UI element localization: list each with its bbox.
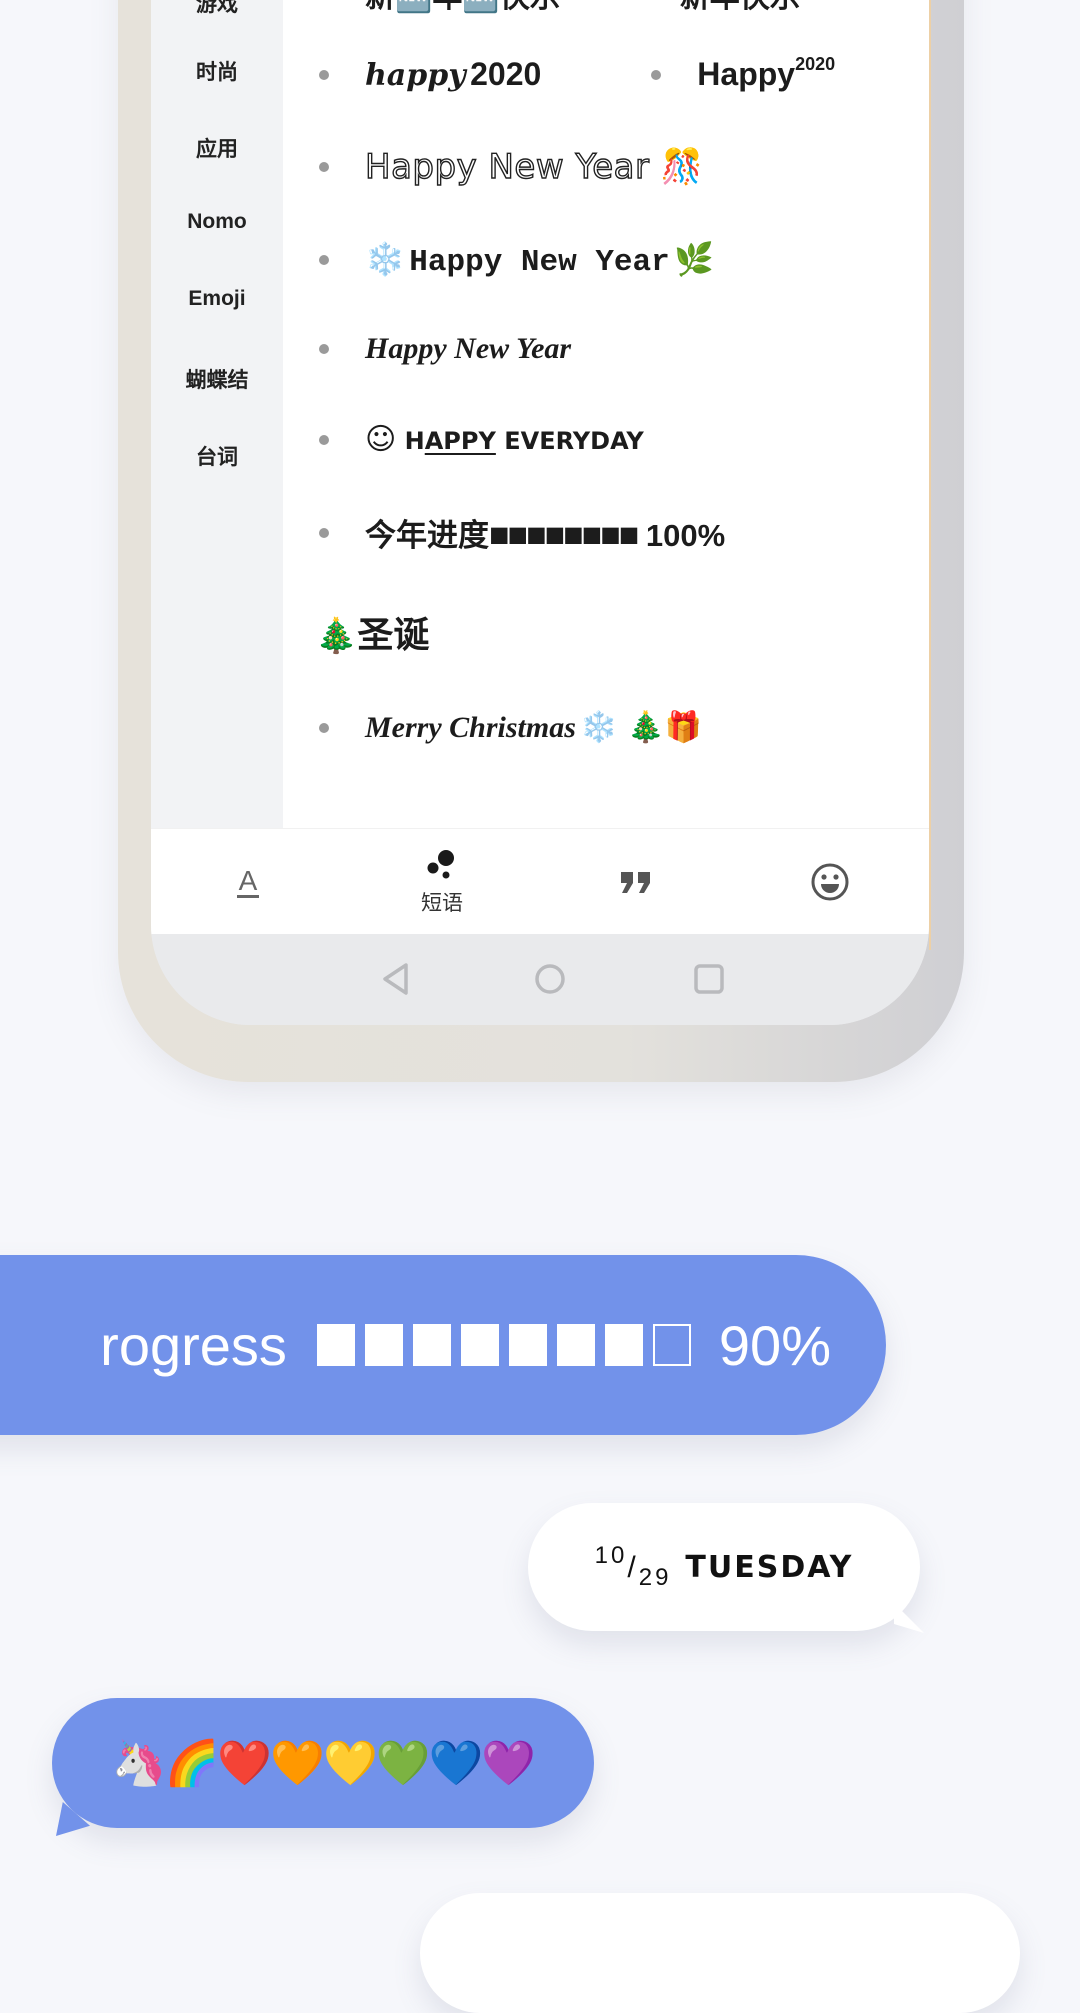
bullet-dot — [319, 434, 329, 445]
phone-mockup-frame: 游戏 时尚 应用 Nomo Emoji 蝴蝶结 台词 新🆕年🆕快乐 新年快乐 h… — [118, 0, 964, 1082]
section-title-christmas: 🎄圣诞 — [315, 614, 430, 656]
sidebar-item-lines[interactable]: 台词 — [151, 441, 283, 471]
phrase-row: ☺ HAPPY EVERYDAY — [283, 422, 644, 457]
emoji-row: 🦄🌈❤️🧡💛💚💙💜 — [111, 1738, 536, 1789]
quote-icon — [621, 872, 650, 893]
phrase-row: 今年进度■■■■■■■■ 100% — [283, 510, 725, 555]
phrase-item[interactable]: Merry Christmas ❄️ 🎄🎁 — [365, 710, 702, 745]
bullet-dot — [319, 722, 329, 733]
smiley-icon — [811, 863, 849, 901]
system-nav-bar — [151, 934, 929, 1025]
back-triangle-icon — [383, 963, 408, 995]
nav-home-button[interactable] — [525, 956, 575, 1002]
bullet-dot — [319, 527, 329, 538]
message-bubble-progress: rogress 90% — [0, 1255, 886, 1435]
phrase-list: 新🆕年🆕快乐 新年快乐 happy 2020 Happy2020 Happy N… — [283, 0, 929, 828]
christmas-tree-icon: 🎄 — [315, 616, 358, 656]
progress-block-filled — [556, 1324, 595, 1366]
sidebar-item-emoji[interactable]: Emoji — [151, 287, 283, 311]
message-bubble-clipped — [420, 1893, 1020, 2013]
phrase-row: Happy New Year 🎊 — [283, 146, 704, 188]
progress-blocks: ■■■■■■■■ — [489, 516, 639, 554]
message-bubble-date: 10/29 TUESDAY — [528, 1503, 924, 1633]
bullet-dot — [319, 69, 329, 80]
tab-phrases[interactable]: 短语 — [345, 829, 539, 935]
progress-block-filled — [364, 1324, 403, 1366]
phrase-row: happy 2020 Happy2020 — [283, 54, 835, 93]
phrase-row: Merry Christmas ❄️ 🎄🎁 — [283, 710, 702, 745]
bullet-dot — [319, 162, 329, 172]
date-weekday: TUESDAY — [685, 1549, 854, 1585]
phrase-item[interactable]: ☺ HAPPY EVERYDAY — [365, 422, 644, 457]
phrase-item[interactable]: Happy New Year — [365, 332, 571, 366]
bullet-dot — [319, 255, 329, 265]
phrase-row-clipped — [283, 810, 365, 828]
bullet-dot — [651, 69, 662, 80]
message-bubble-emoji: 🦄🌈❤️🧡💛💚💙💜 — [52, 1698, 594, 1836]
phrase-item[interactable]: 新🆕年🆕快乐 — [365, 0, 560, 16]
phone-screen: 游戏 时尚 应用 Nomo Emoji 蝴蝶结 台词 新🆕年🆕快乐 新年快乐 h… — [151, 0, 929, 1025]
phrase-item[interactable]: happy 2020 — [365, 56, 541, 93]
progress-percent: 90% — [718, 1313, 831, 1377]
bubble-tail — [56, 1802, 90, 1836]
herb-icon: 🌿 — [674, 240, 715, 278]
progress-block-filled — [412, 1324, 451, 1366]
tab-emoticons[interactable] — [733, 829, 927, 935]
nav-back-button[interactable] — [371, 956, 421, 1002]
bottom-tab-bar: A 短语 — [151, 828, 929, 935]
snowflake-icon: ❄️ — [365, 240, 405, 278]
phrase-item-year-progress[interactable]: 今年进度■■■■■■■■ 100% — [365, 510, 725, 555]
phrase-row: Happy New Year — [283, 332, 571, 366]
phrase-item[interactable]: 新年快乐 — [680, 0, 800, 16]
home-circle-icon — [535, 964, 565, 994]
progress-block-filled — [316, 1324, 355, 1366]
sidebar-item-games[interactable]: 游戏 — [151, 0, 283, 18]
phrase-row-clipped: 新🆕年🆕快乐 新年快乐 — [283, 0, 800, 16]
date-fraction: 10/29 — [594, 1542, 672, 1591]
bubble-tail — [894, 1603, 924, 1633]
phrase-item[interactable]: ❄️ Happy New Year 🌿 — [365, 240, 714, 280]
tab-fonts[interactable]: A — [151, 829, 345, 935]
sidebar-item-apps[interactable]: 应用 — [151, 133, 283, 163]
category-sidebar: 游戏 时尚 应用 Nomo Emoji 蝴蝶结 台词 — [151, 0, 283, 828]
bubbles-icon — [427, 850, 454, 879]
frame-edge-highlight — [929, 0, 931, 950]
progress-blocks — [316, 1324, 691, 1366]
tab-label: 短语 — [421, 892, 463, 915]
phrase-item[interactable]: Happy New Year 🎊 — [364, 146, 703, 187]
bullet-dot — [319, 344, 329, 354]
progress-block-filled — [460, 1324, 499, 1366]
sidebar-item-fashion[interactable]: 时尚 — [151, 56, 283, 86]
nav-recents-button[interactable] — [684, 956, 734, 1002]
phrase-row: ❄️ Happy New Year 🌿 — [283, 240, 714, 280]
progress-block-empty — [652, 1324, 691, 1366]
progress-block-filled — [604, 1324, 643, 1366]
recents-square-icon — [694, 964, 724, 994]
tab-quotes[interactable] — [539, 829, 733, 935]
phrase-item[interactable]: Happy2020 — [697, 54, 835, 93]
smiley-face-icon: ☺ — [365, 422, 397, 457]
sidebar-item-bow[interactable]: 蝴蝶结 — [151, 364, 283, 394]
font-style-icon: A — [236, 864, 260, 898]
progress-prefix-text: rogress — [100, 1313, 287, 1377]
progress-block-filled — [508, 1324, 547, 1366]
sidebar-item-nomo[interactable]: Nomo — [151, 210, 283, 234]
